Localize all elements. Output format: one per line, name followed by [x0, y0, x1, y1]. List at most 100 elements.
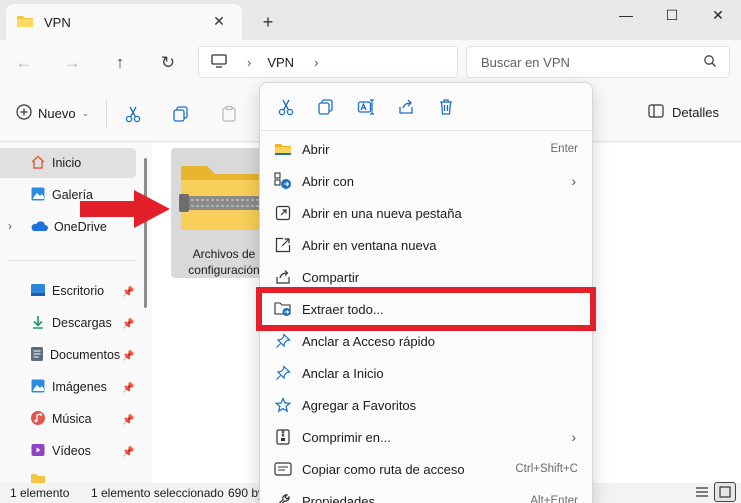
chevron-right-icon[interactable]: ›	[314, 55, 318, 70]
breadcrumb-vpn[interactable]: VPN	[267, 55, 294, 70]
computer-icon	[211, 53, 227, 71]
menu-item-label: Abrir en ventana nueva	[302, 237, 437, 253]
close-tab-icon[interactable]: ✕	[210, 12, 228, 30]
sidebar-scrollbar[interactable]	[144, 158, 147, 308]
cut-icon[interactable]	[274, 95, 298, 119]
new-tab-button[interactable]: +	[258, 12, 278, 32]
music-icon	[30, 410, 46, 429]
close-window-button[interactable]: ✕	[694, 0, 741, 32]
sidebar-item-musica[interactable]: Música	[0, 404, 136, 434]
pin-icon[interactable]: 📌	[122, 319, 134, 330]
tiles-view-icon	[719, 486, 731, 498]
red-arrow-icon	[80, 190, 170, 231]
new-window-icon	[274, 236, 292, 254]
maximize-button[interactable]: ☐	[648, 0, 696, 32]
desktop-icon	[30, 283, 46, 300]
menu-item-label: Comprimir en...	[302, 429, 391, 445]
menu-item-abrir-nueva-pestana[interactable]: Abrir en una nueva pestaña	[260, 197, 594, 229]
back-arrow-icon[interactable]: ←	[10, 50, 38, 76]
details-button[interactable]: Detalles	[648, 104, 719, 121]
menu-item-label: Anclar a Inicio	[302, 365, 384, 381]
delete-icon[interactable]	[434, 95, 458, 119]
up-arrow-icon[interactable]: ↑	[106, 50, 134, 76]
sidebar-item-label: Música	[52, 412, 92, 426]
minimize-button[interactable]: —	[602, 0, 650, 32]
menu-item-label: Abrir en una nueva pestaña	[302, 205, 462, 221]
copy-path-icon	[274, 460, 292, 478]
sidebar-item-imagenes[interactable]: Imágenes	[0, 372, 136, 402]
share-icon[interactable]	[394, 95, 418, 119]
pin-icon[interactable]: 📌	[122, 351, 134, 362]
pin-icon[interactable]: 📌	[122, 287, 134, 298]
menu-item-abrir[interactable]: Abrir Enter	[260, 133, 594, 165]
sidebar-item-descargas[interactable]: Descargas	[0, 308, 136, 338]
pin-icon[interactable]: 📌	[122, 447, 134, 458]
details-pane-icon	[648, 104, 664, 121]
menu-item-label: Abrir con	[302, 173, 355, 189]
pictures-icon	[30, 378, 46, 397]
chevron-right-icon[interactable]: ›	[247, 55, 251, 70]
address-bar[interactable]: › VPN ›	[198, 46, 458, 78]
new-tab-icon	[274, 204, 292, 222]
share-icon	[274, 268, 292, 286]
menu-item-copiar-ruta[interactable]: Copiar como ruta de acceso Ctrl+Shift+C	[260, 453, 594, 485]
sidebar-item-label: Inicio	[52, 156, 82, 170]
menu-item-propiedades[interactable]: Propiedades Alt+Enter	[260, 485, 594, 503]
context-menu-toolbar	[260, 83, 594, 131]
rename-icon[interactable]	[354, 95, 378, 119]
sidebar-divider	[8, 260, 136, 261]
chevron-down-icon: ⌄	[81, 108, 90, 118]
chevron-right-icon: ›	[571, 173, 576, 189]
download-icon	[30, 314, 46, 333]
gallery-icon	[30, 186, 46, 205]
cut-icon[interactable]	[124, 105, 142, 126]
search-placeholder: Buscar en VPN	[481, 54, 570, 70]
sidebar-item-inicio[interactable]: Inicio	[0, 148, 136, 178]
sidebar-item-label: Imágenes	[52, 380, 107, 394]
sidebar-item-label: Descargas	[52, 316, 112, 330]
paste-icon[interactable]	[220, 105, 238, 126]
menu-item-anclar-inicio[interactable]: Anclar a Inicio	[260, 357, 594, 389]
menu-item-label: Copiar como ruta de acceso	[302, 461, 465, 477]
menu-item-comprimir[interactable]: Comprimir en... ›	[260, 421, 594, 453]
menu-item-shortcut: Ctrl+Shift+C	[515, 463, 578, 475]
list-view-icon[interactable]	[695, 485, 709, 502]
cloud-icon	[30, 220, 48, 235]
pin-icon[interactable]: 📌	[122, 415, 134, 426]
menu-item-shortcut: Enter	[550, 143, 579, 155]
chevron-right-icon: ›	[571, 429, 576, 445]
item-count: 1 elemento	[10, 486, 70, 500]
menu-item-label: Agregar a Favoritos	[302, 397, 417, 413]
toolbar-divider	[106, 100, 107, 128]
details-label: Detalles	[672, 105, 719, 120]
menu-item-abrir-ventana-nueva[interactable]: Abrir en ventana nueva	[260, 229, 594, 261]
star-icon	[274, 396, 292, 414]
sidebar-item-escritorio[interactable]: Escritorio	[0, 276, 136, 306]
copy-icon[interactable]	[314, 95, 338, 119]
new-button-label: Nuevo	[38, 106, 76, 121]
search-icon	[703, 54, 717, 71]
sidebar-item-label: Vídeos	[52, 444, 91, 458]
menu-item-label: Propiedades	[302, 493, 375, 503]
home-icon	[30, 154, 46, 173]
tab-vpn[interactable]: VPN	[6, 4, 242, 40]
selection-count: 1 elemento seleccionado	[91, 486, 224, 500]
menu-item-agregar-favoritos[interactable]: Agregar a Favoritos	[260, 389, 594, 421]
tiles-view-button[interactable]	[714, 482, 736, 502]
videos-icon	[30, 442, 46, 461]
forward-arrow-icon[interactable]: →	[58, 50, 86, 76]
sidebar-item-videos[interactable]: Vídeos	[0, 436, 136, 466]
copy-icon[interactable]	[172, 105, 190, 126]
sidebar-item-documentos[interactable]: Documentos	[0, 340, 136, 370]
menu-item-abrir-con[interactable]: Abrir con ›	[260, 165, 594, 197]
plus-circle-icon	[16, 104, 32, 123]
menu-item-shortcut: Alt+Enter	[530, 495, 578, 503]
open-with-icon	[274, 172, 292, 190]
menu-item-label: Anclar a Acceso rápido	[302, 333, 435, 349]
refresh-icon[interactable]: ↻	[154, 50, 182, 76]
search-input[interactable]: Buscar en VPN	[466, 46, 730, 78]
folder-open-icon	[274, 140, 292, 158]
sidebar-item-label: Escritorio	[52, 284, 105, 298]
new-button[interactable]: Nuevo ⌄	[16, 104, 89, 123]
pin-icon[interactable]: 📌	[122, 383, 134, 394]
